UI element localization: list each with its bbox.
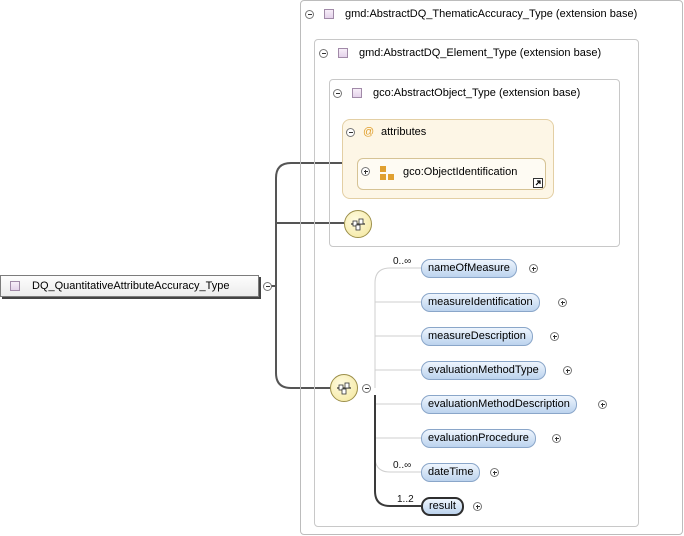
- expand-toggle-element[interactable]: [473, 502, 482, 511]
- expand-toggle-element[interactable]: [598, 400, 607, 409]
- element-evaluation-procedure[interactable]: evaluationProcedure: [421, 429, 536, 448]
- element-evaluation-method-type[interactable]: evaluationMethodType: [421, 361, 546, 380]
- element-result[interactable]: result: [421, 497, 464, 516]
- frame-title-mid: gmd:AbstractDQ_Element_Type (extension b…: [359, 47, 602, 59]
- attribute-item-label: gco:ObjectIdentification: [403, 166, 518, 178]
- element-measure-identification[interactable]: measureIdentification: [421, 293, 540, 312]
- sequence-icon: [330, 374, 358, 402]
- frame-title-inner: gco:AbstractObject_Type (extension base): [373, 87, 581, 99]
- collapse-toggle-inner[interactable]: [333, 89, 342, 98]
- collapse-toggle-outer[interactable]: [305, 10, 314, 19]
- at-sign-icon: @: [363, 126, 375, 138]
- element-date-time[interactable]: dateTime: [421, 463, 481, 482]
- collapse-toggle-mid[interactable]: [319, 49, 328, 58]
- complex-type-icon: [10, 281, 20, 291]
- expand-toggle-element[interactable]: [529, 264, 538, 273]
- complex-type-icon: [324, 9, 334, 19]
- collapse-toggle-attributes[interactable]: [346, 128, 355, 137]
- sequence-icon: [344, 210, 372, 238]
- attributes-label: attributes: [381, 126, 427, 138]
- complex-type-icon: [352, 88, 362, 98]
- expand-toggle-element[interactable]: [552, 434, 561, 443]
- element-measure-description[interactable]: measureDescription: [421, 327, 533, 346]
- expand-toggle-element[interactable]: [558, 298, 567, 307]
- reference-link-icon[interactable]: [533, 178, 543, 188]
- expand-toggle-element[interactable]: [490, 468, 499, 477]
- collapse-toggle-sequence[interactable]: [362, 384, 371, 393]
- complex-type-icon: [338, 48, 348, 58]
- cardinality-label: 1..2: [397, 494, 414, 505]
- collapse-toggle-root[interactable]: [263, 282, 272, 291]
- element-evaluation-method-description[interactable]: evaluationMethodDescription: [421, 395, 577, 414]
- expand-toggle-element[interactable]: [550, 332, 559, 341]
- cardinality-label: 0..∞: [393, 256, 412, 267]
- cardinality-label: 0..∞: [393, 460, 412, 471]
- expand-toggle-element[interactable]: [563, 366, 572, 375]
- root-type[interactable]: DQ_QuantitativeAttributeAccuracy_Type: [0, 275, 259, 297]
- expand-toggle-attribute[interactable]: [361, 167, 370, 176]
- frame-title-outer: gmd:AbstractDQ_ThematicAccuracy_Type (ex…: [345, 8, 638, 20]
- element-name-of-measure[interactable]: nameOfMeasure: [421, 259, 517, 278]
- attribute-group-icon: [380, 166, 394, 180]
- root-type-label: DQ_QuantitativeAttributeAccuracy_Type: [32, 280, 230, 292]
